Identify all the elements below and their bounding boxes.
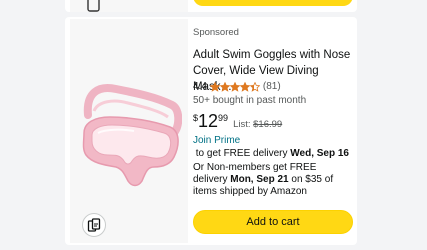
list-price: List: $16.99 xyxy=(233,119,282,130)
rating-value: 4.4 xyxy=(193,81,207,92)
add-to-cart-button[interactable]: Add to cart xyxy=(193,210,353,234)
list-price-value: $16.99 xyxy=(253,119,283,130)
product-price: $ 12 99 List: $16.99 xyxy=(193,110,282,132)
bought-count: 50+ bought in past month xyxy=(193,95,307,106)
star-rating xyxy=(209,81,260,92)
star-icon xyxy=(209,81,220,92)
previous-product-card xyxy=(65,0,357,12)
sponsored-label: Sponsored xyxy=(193,27,239,38)
nonmember-date: Mon, Sep 21 xyxy=(230,174,289,185)
list-price-label: List: xyxy=(233,119,251,130)
join-prime-link[interactable]: Join Prime xyxy=(193,135,240,146)
star-icon xyxy=(249,81,260,92)
product-card: Sponsored Adult Swim Goggles with Nose C… xyxy=(65,17,357,245)
nonmember-delivery: Or Non-members get FREE delivery Mon, Se… xyxy=(193,162,353,198)
compare-icon[interactable] xyxy=(86,0,102,12)
star-icon xyxy=(239,81,250,92)
price-fraction: 99 xyxy=(218,113,229,123)
compare-icon[interactable] xyxy=(82,213,106,237)
previous-add-to-cart-button[interactable] xyxy=(193,0,353,6)
delivery-text: to get FREE delivery xyxy=(193,148,291,159)
previous-product-image[interactable] xyxy=(70,0,188,12)
star-icon xyxy=(219,81,230,92)
price-whole: 12 xyxy=(198,111,219,131)
delivery-date: Wed, Sep 16 xyxy=(290,148,349,159)
rating-count[interactable]: (81) xyxy=(263,81,281,92)
product-rating[interactable]: 4.4 (81) xyxy=(193,81,281,92)
product-image[interactable] xyxy=(70,19,188,243)
goggles-image xyxy=(82,84,182,187)
prime-delivery: Join Prime to get FREE delivery Wed, Sep… xyxy=(193,134,353,160)
star-icon xyxy=(229,81,240,92)
